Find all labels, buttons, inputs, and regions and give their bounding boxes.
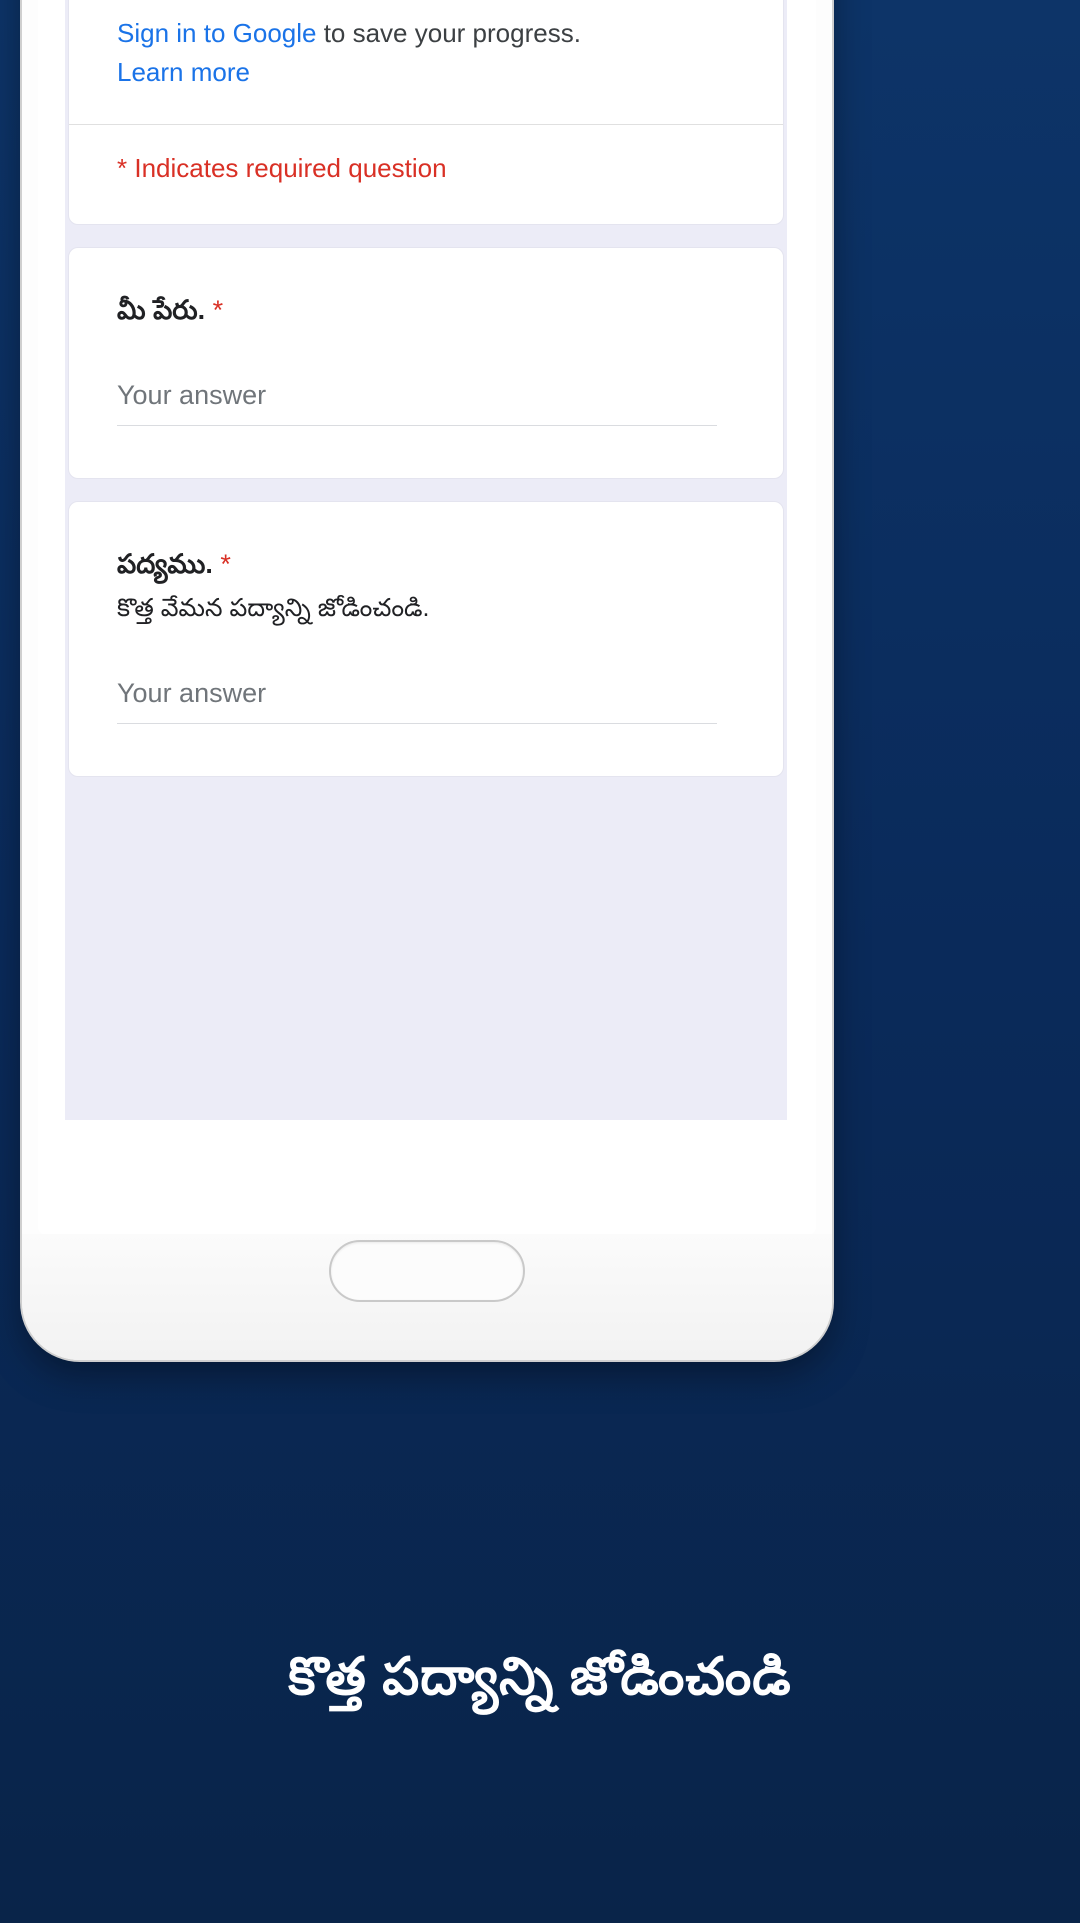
required-question-note: * Indicates required question — [117, 153, 447, 183]
home-button[interactable] — [329, 1240, 525, 1302]
bottom-caption-banner: కొత్త పద్యాన్ని జోడించండి — [0, 1443, 1080, 1923]
question-2-label: పద్యము. — [117, 549, 213, 580]
phone-screen: కొత్త (వేమన) పద్యాన్ని జోడించండి. ఇక్కడ … — [65, 0, 787, 1120]
question-1-label: మీ పేరు. — [117, 295, 206, 325]
question-2-label-row: పద్యము. * — [117, 546, 735, 582]
question-2-input-underline — [117, 722, 717, 724]
phone-mockup: కొత్త (వేమన) పద్యాన్ని జోడించండి. ఇక్కడ … — [22, 0, 832, 1360]
banner-caption-text: కొత్త పద్యాన్ని జోడించండి — [288, 1647, 792, 1706]
question-1-input-underline — [117, 425, 717, 427]
learn-more-link[interactable]: Learn more — [117, 57, 250, 87]
question-2-answer-placeholder: Your answer — [117, 677, 267, 708]
form-header-card: కొత్త (వేమన) పద్యాన్ని జోడించండి. ఇక్కడ … — [68, 0, 784, 225]
question-card-2: పద్యము. * కొత్త వేమన పద్యాన్ని జోడించండి… — [68, 501, 784, 777]
question-2-answer-input[interactable]: Your answer — [117, 678, 717, 724]
question-1-answer-placeholder: Your answer — [117, 380, 267, 411]
sign-in-to-google-link[interactable]: Sign in to Google — [117, 18, 316, 48]
phone-chin — [22, 1234, 832, 1360]
question-card-1: మీ పేరు. * Your answer — [68, 247, 784, 480]
question-1-label-row: మీ పేరు. * — [117, 292, 735, 328]
question-2-description: కొత్త వేమన పద్యాన్ని జోడించండి. — [117, 593, 430, 622]
signin-notice: Sign in to Google to save your progress.… — [69, 0, 783, 124]
question-2-required-asterisk: * — [220, 549, 231, 580]
google-form: కొత్త (వేమన) పద్యాన్ని జోడించండి. ఇక్కడ … — [65, 0, 787, 799]
question-1-required-asterisk: * — [212, 295, 224, 325]
signin-rest-text: to save your progress. — [316, 18, 581, 48]
question-1-answer-input[interactable]: Your answer — [117, 380, 717, 427]
